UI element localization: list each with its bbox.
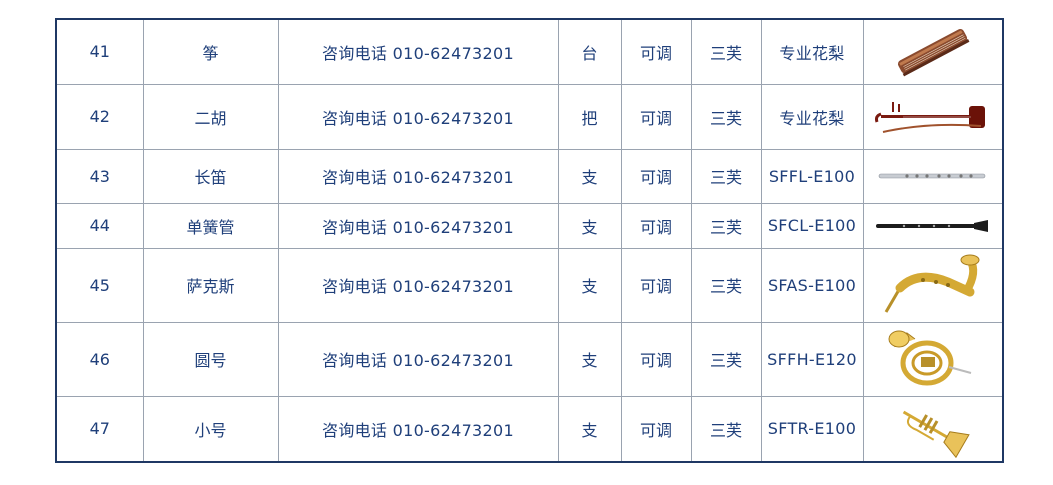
trumpet-icon — [902, 410, 970, 458]
spec: 可调 — [620, 247, 692, 323]
product-image — [862, 18, 1004, 85]
unit: 支 — [557, 148, 622, 204]
product-image — [862, 247, 1004, 323]
item-number: 46 — [55, 321, 144, 397]
instrument-name: 萨克斯 — [142, 247, 279, 323]
table-row: 43 长笛 咨询电话 010-62473201 支 可调 三芙 SFFL-E10… — [55, 148, 1004, 204]
model: 专业花梨 — [760, 18, 864, 85]
saxophone-icon — [884, 254, 980, 313]
unit: 支 — [557, 202, 622, 249]
price-contact: 咨询电话 010-62473201 — [277, 202, 559, 249]
price-contact: 咨询电话 010-62473201 — [277, 247, 559, 323]
item-number: 47 — [55, 395, 144, 463]
product-image — [862, 148, 1004, 204]
spec: 可调 — [620, 18, 692, 85]
french-horn-icon — [888, 330, 972, 386]
clarinet-icon — [875, 219, 988, 232]
model: SFTR-E100 — [760, 395, 864, 463]
table-row: 45 萨克斯 咨询电话 010-62473201 支 可调 三芙 SFAS-E1… — [55, 247, 1004, 323]
item-number: 41 — [55, 18, 144, 85]
table-row: 44 单簧管 咨询电话 010-62473201 支 可调 三芙 SFCL-E1… — [55, 202, 1004, 249]
spec: 可调 — [620, 148, 692, 204]
brand: 三芙 — [690, 321, 762, 397]
unit: 台 — [557, 18, 622, 85]
unit: 把 — [557, 83, 622, 150]
spec: 可调 — [620, 321, 692, 397]
brand: 三芙 — [690, 202, 762, 249]
model: 专业花梨 — [760, 83, 864, 150]
brand: 三芙 — [690, 18, 762, 85]
flute-icon — [878, 173, 986, 179]
table-row: 41 筝 咨询电话 010-62473201 台 可调 三芙 专业花梨 — [55, 18, 1004, 85]
table-row: 47 小号 咨询电话 010-62473201 支 可调 三芙 SFTR-E10… — [55, 395, 1004, 463]
erhu-icon — [874, 101, 985, 133]
product-image — [862, 202, 1004, 249]
product-image — [862, 83, 1004, 150]
instrument-name: 圆号 — [142, 321, 279, 397]
instrument-name: 二胡 — [142, 83, 279, 150]
instrument-name: 长笛 — [142, 148, 279, 204]
model: SFAS-E100 — [760, 247, 864, 323]
spec: 可调 — [620, 202, 692, 249]
unit: 支 — [557, 321, 622, 397]
instrument-table: 41 筝 咨询电话 010-62473201 台 可调 三芙 专业花梨 42 二… — [55, 18, 1004, 463]
spec: 可调 — [620, 83, 692, 150]
unit: 支 — [557, 395, 622, 463]
instrument-name: 单簧管 — [142, 202, 279, 249]
instrument-name: 小号 — [142, 395, 279, 463]
price-contact: 咨询电话 010-62473201 — [277, 321, 559, 397]
price-contact: 咨询电话 010-62473201 — [277, 395, 559, 463]
brand: 三芙 — [690, 247, 762, 323]
item-number: 44 — [55, 202, 144, 249]
brand: 三芙 — [690, 148, 762, 204]
table-row: 42 二胡 咨询电话 010-62473201 把 可调 三芙 专业花梨 — [55, 83, 1004, 150]
item-number: 45 — [55, 247, 144, 323]
price-contact: 咨询电话 010-62473201 — [277, 83, 559, 150]
brand: 三芙 — [690, 395, 762, 463]
model: SFFL-E100 — [760, 148, 864, 204]
guzheng-icon — [897, 28, 970, 77]
spec: 可调 — [620, 395, 692, 463]
instrument-name: 筝 — [142, 18, 279, 85]
model: SFCL-E100 — [760, 202, 864, 249]
item-number: 43 — [55, 148, 144, 204]
brand: 三芙 — [690, 83, 762, 150]
unit: 支 — [557, 247, 622, 323]
product-image — [862, 395, 1004, 463]
table-row: 46 圆号 咨询电话 010-62473201 支 可调 三芙 SFFH-E12… — [55, 321, 1004, 397]
model: SFFH-E120 — [760, 321, 864, 397]
price-contact: 咨询电话 010-62473201 — [277, 18, 559, 85]
price-contact: 咨询电话 010-62473201 — [277, 148, 559, 204]
product-image — [862, 321, 1004, 397]
item-number: 42 — [55, 83, 144, 150]
